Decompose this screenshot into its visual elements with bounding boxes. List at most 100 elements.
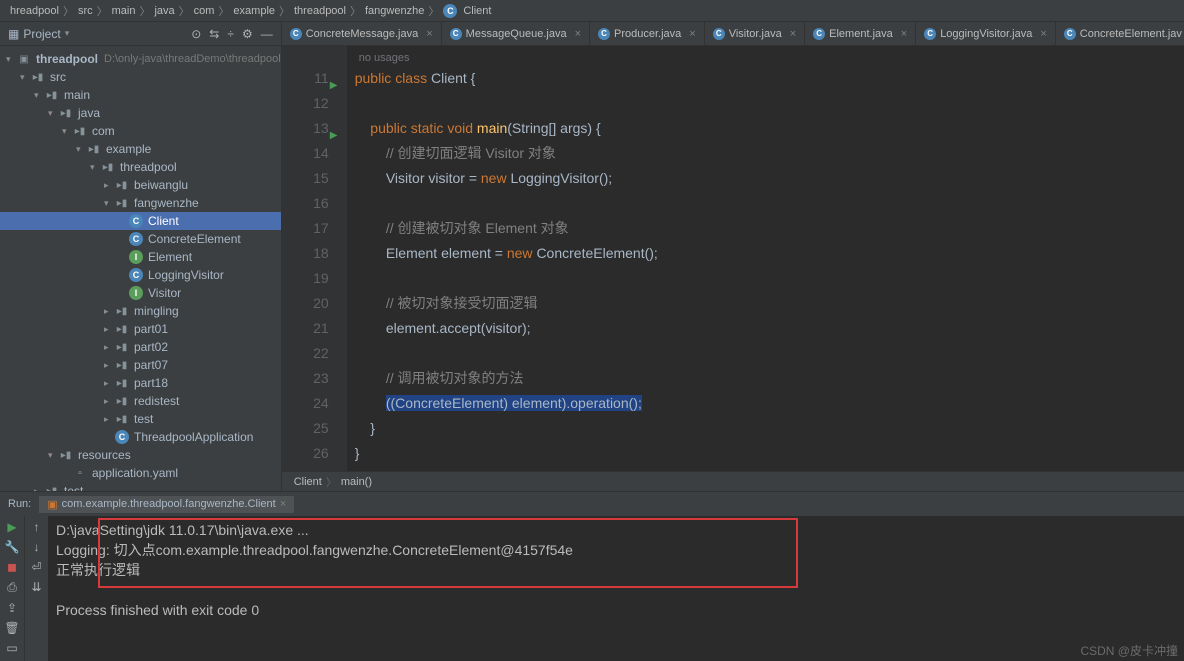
run-toolbar-secondary[interactable]: ↑ ↓ ⏎ ⇊ [24,516,48,661]
run-tab[interactable]: ▣ com.example.threadpool.fangwenzhe.Clie… [39,496,294,513]
tree-item-beiwanglu[interactable]: ▸▸▮beiwanglu [0,176,281,194]
breadcrumb-item[interactable]: src [78,5,93,17]
export-icon[interactable]: ⇪ [7,601,17,615]
scroll-icon[interactable]: ⇊ [31,580,41,594]
project-icon: ▦ [8,27,19,41]
code-area[interactable]: no usages public class Client { public s… [347,46,1184,471]
tree-item-part07[interactable]: ▸▸▮part07 [0,356,281,374]
print-icon[interactable]: ⎙ [7,580,17,595]
tree-item-test[interactable]: ▸▸▮test [0,410,281,428]
hide-icon[interactable]: — [261,27,273,41]
breadcrumb-item[interactable]: threadpool [294,5,346,17]
breadcrumb-item[interactable]: main [112,5,136,17]
tree-item-java[interactable]: ▾▸▮java [0,104,281,122]
run-gutter-icon[interactable]: ▶ [330,73,338,98]
close-icon[interactable]: × [901,28,907,40]
code-line[interactable] [355,341,1184,366]
breadcrumb-item[interactable]: Client [463,5,491,17]
tree-item-loggingvisitor[interactable]: CLoggingVisitor [0,266,281,284]
wrench-icon[interactable]: 🔧 [5,540,20,554]
code-editor[interactable]: ▶1112▶1314151617181920212223242526 no us… [282,46,1184,471]
tree-item-mingling[interactable]: ▸▸▮mingling [0,302,281,320]
editor-tab[interactable]: CLoggingVisitor.java× [916,22,1056,45]
tree-item-part02[interactable]: ▸▸▮part02 [0,338,281,356]
tree-item-main[interactable]: ▾▸▮main [0,86,281,104]
code-line[interactable]: element.accept(visitor); [355,316,1184,341]
editor-footer-crumb[interactable]: Client [294,476,322,488]
editor-tab[interactable]: CMessageQueue.java× [442,22,590,45]
editor-tab[interactable]: CConcreteMessage.java× [282,22,442,45]
editor-footer-crumb[interactable]: main() [341,476,372,488]
tree-item-part18[interactable]: ▸▸▮part18 [0,374,281,392]
code-line[interactable]: public class Client { [355,66,1184,91]
tree-item-fangwenzhe[interactable]: ▾▸▮fangwenzhe [0,194,281,212]
code-line[interactable] [355,91,1184,116]
layout-icon[interactable]: ▭ [6,641,17,655]
breadcrumb-item[interactable]: example [233,5,275,17]
close-icon[interactable]: × [280,498,286,510]
code-line[interactable]: // 被切对象接受切面逻辑 [355,291,1184,316]
stop-icon[interactable]: ◼︎ [7,560,17,574]
code-line[interactable] [355,191,1184,216]
close-icon[interactable]: × [1040,28,1046,40]
tree-item-com[interactable]: ▾▸▮com [0,122,281,140]
close-icon[interactable]: × [689,28,695,40]
run-tab-icon: ▣ [47,498,57,511]
editor-tab[interactable]: CConcreteElement.jav× [1056,22,1184,45]
tree-item-resources[interactable]: ▾▸▮resources [0,446,281,464]
close-icon[interactable]: × [426,28,432,40]
console-output[interactable]: D:\javaSetting\jdk 11.0.17\bin\java.exe … [48,516,1184,661]
code-line[interactable]: } [355,441,1184,466]
run-toolbar[interactable]: ▶ 🔧 ◼︎ ⎙ ⇪ 🗑 ▭ [0,516,24,661]
tree-item-visitor[interactable]: IVisitor [0,284,281,302]
down-icon[interactable]: ↓ [34,540,40,554]
tree-item-test[interactable]: ▸▸▮test [0,482,281,491]
editor-tab[interactable]: CElement.java× [805,22,916,45]
code-line[interactable]: // 调用被切对象的方法 [355,366,1184,391]
tree-item-src[interactable]: ▾▸▮src [0,68,281,86]
editor-tabs[interactable]: CConcreteMessage.java×CMessageQueue.java… [282,22,1184,46]
breadcrumb-item[interactable]: com [194,5,215,17]
target-icon[interactable]: ⊙ [191,27,201,41]
breadcrumb-item[interactable]: java [154,5,174,17]
code-line[interactable]: } [355,416,1184,441]
run-gutter-icon[interactable]: ▶ [330,123,338,148]
chevron-down-icon[interactable]: ▾ [65,28,70,39]
tree-item-threadpool[interactable]: ▾▸▮threadpool [0,158,281,176]
project-tree[interactable]: ▾▣threadpoolD:\only-java\threadDemo\thre… [0,46,281,491]
tree-item-element[interactable]: IElement [0,248,281,266]
collapse-icon[interactable]: ÷ [227,27,234,41]
code-line[interactable]: // 创建被切对象 Element 对象 [355,216,1184,241]
tree-item-redistest[interactable]: ▸▸▮redistest [0,392,281,410]
gear-icon[interactable]: ⚙ [242,27,253,41]
tree-item-concreteelement[interactable]: CConcreteElement [0,230,281,248]
tree-item-client[interactable]: CClient [0,212,281,230]
code-line[interactable]: Visitor visitor = new LoggingVisitor(); [355,166,1184,191]
console-line: D:\javaSetting\jdk 11.0.17\bin\java.exe … [56,520,1176,540]
code-line[interactable]: // 创建切面逻辑 Visitor 对象 [355,141,1184,166]
editor-tab[interactable]: CVisitor.java× [705,22,805,45]
code-line[interactable]: public static void main(String[] args) { [355,116,1184,141]
code-line[interactable]: ((ConcreteElement) element).operation(); [355,391,1184,416]
project-label[interactable]: Project [23,27,60,41]
close-icon[interactable]: × [790,28,796,40]
tree-root[interactable]: ▾▣threadpoolD:\only-java\threadDemo\thre… [0,50,281,68]
tree-item-part01[interactable]: ▸▸▮part01 [0,320,281,338]
tree-item-application.yaml[interactable]: ▫application.yaml [0,464,281,482]
editor-tab[interactable]: CProducer.java× [590,22,705,45]
code-line[interactable] [355,266,1184,291]
breadcrumb-item[interactable]: fangwenzhe [365,5,424,17]
up-icon[interactable]: ↑ [34,520,40,534]
code-line[interactable]: Element element = new ConcreteElement(); [355,241,1184,266]
expand-icon[interactable]: ⇆ [209,27,219,41]
editor-breadcrumb[interactable]: Client〉main() [282,471,1184,491]
trash-icon[interactable]: 🗑 [4,621,19,635]
close-icon[interactable]: × [575,28,581,40]
softwrap-icon[interactable]: ⏎ [31,560,41,574]
gutter: ▶1112▶1314151617181920212223242526 [282,46,347,471]
rerun-icon[interactable]: ▶ [7,520,16,534]
watermark: CSDN @皮卡冲撞 [1080,642,1178,659]
tree-item-example[interactable]: ▾▸▮example [0,140,281,158]
tree-item-threadpoolapplication[interactable]: CThreadpoolApplication [0,428,281,446]
breadcrumb-item[interactable]: hreadpool [10,5,59,17]
